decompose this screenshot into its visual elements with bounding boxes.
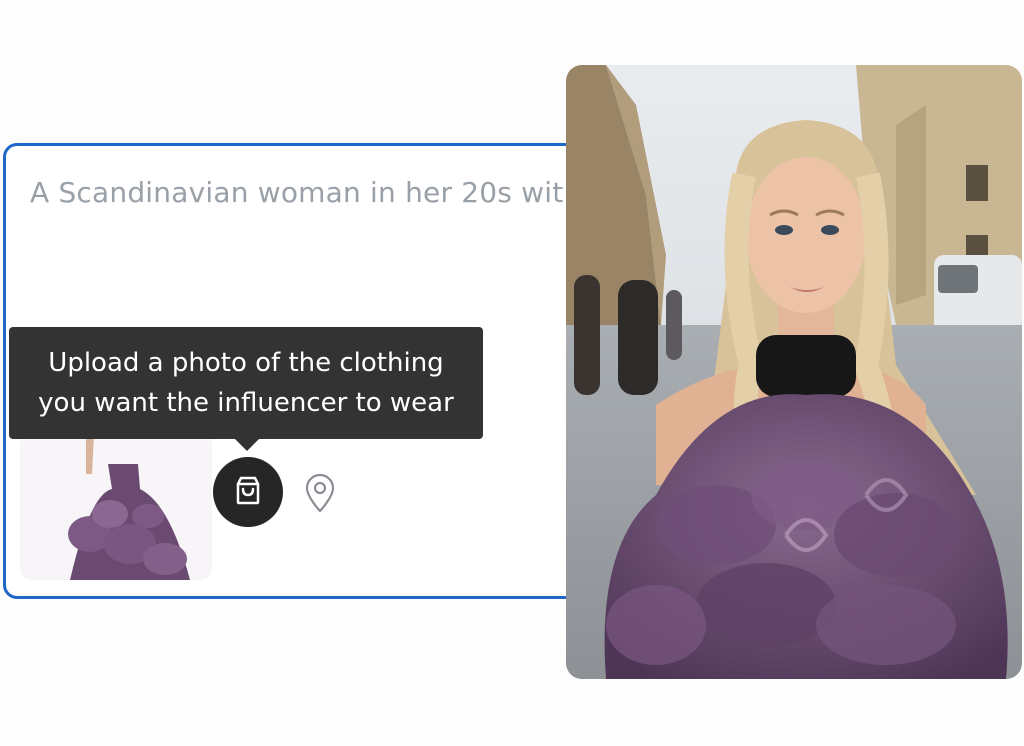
- tooltip-arrow: [235, 439, 259, 451]
- clothing-thumbnail[interactable]: [20, 434, 212, 580]
- location-button[interactable]: [300, 473, 340, 517]
- shopping-bag-icon: [231, 473, 265, 511]
- upload-tooltip: Upload a photo of the clothing you want …: [9, 327, 483, 439]
- influencer-photo: [566, 65, 1022, 679]
- tooltip-line-1: Upload a photo of the clothing: [48, 348, 444, 378]
- upload-clothing-button[interactable]: [213, 457, 283, 527]
- stage: A Scandinavian woman in her 20s wit Uplo…: [0, 0, 1024, 746]
- map-pin-icon: [303, 473, 337, 517]
- prompt-input[interactable]: A Scandinavian woman in her 20s wit: [30, 176, 563, 209]
- tooltip-line-2: you want the influencer to wear: [38, 388, 454, 418]
